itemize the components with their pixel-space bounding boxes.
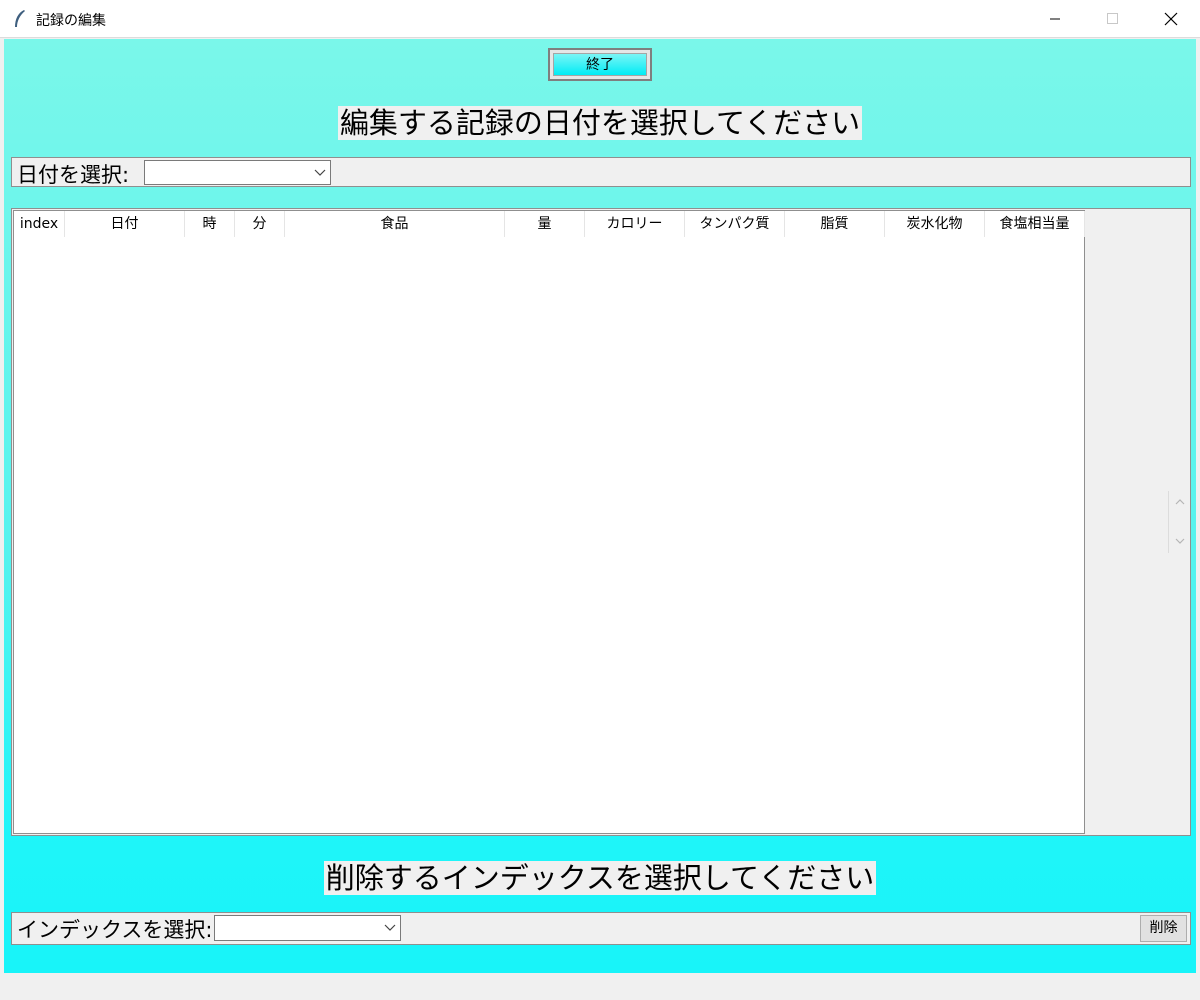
maximize-icon[interactable] [1084, 0, 1142, 38]
scrollbar-track[interactable] [1168, 491, 1169, 553]
feather-icon [15, 10, 25, 27]
window-titlebar: 記録の編集 [0, 0, 1200, 38]
window-title: 記録の編集 [36, 13, 106, 29]
delete-section-heading: 削除するインデックスを選択してください [0, 855, 1200, 897]
column-header-food[interactable]: 食品 [285, 211, 505, 237]
minimize-icon[interactable] [1026, 0, 1084, 38]
exit-button-label: 終了 [553, 53, 647, 76]
column-header-fat[interactable]: 脂質 [785, 211, 885, 237]
column-header-minute[interactable]: 分 [235, 211, 285, 237]
index-select-label: インデックスを選択: [17, 918, 213, 942]
exit-button[interactable]: 終了 [548, 48, 652, 81]
chevron-down-icon[interactable] [314, 168, 326, 177]
records-table-frame: index 日付 時 分 食品 量 カロリー タンパク質 脂質 炭水化物 食塩相… [11, 208, 1191, 836]
column-header-date[interactable]: 日付 [65, 211, 185, 237]
column-header-protein[interactable]: タンパク質 [685, 211, 785, 237]
column-header-carbohydrate[interactable]: 炭水化物 [885, 211, 985, 237]
index-select-bar: インデックスを選択: 削除 [11, 912, 1191, 945]
column-header-index[interactable]: index [14, 211, 65, 237]
date-select-bar: 日付を選択: [11, 157, 1191, 187]
delete-button[interactable]: 削除 [1140, 915, 1187, 942]
close-icon[interactable] [1142, 0, 1200, 38]
scroll-up-arrow-icon[interactable] [1170, 491, 1190, 511]
table-header: index 日付 時 分 食品 量 カロリー タンパク質 脂質 炭水化物 食塩相… [14, 211, 1085, 237]
date-heading-text: 編集する記録の日付を選択してください [337, 106, 863, 140]
records-table[interactable]: index 日付 時 分 食品 量 カロリー タンパク質 脂質 炭水化物 食塩相… [13, 210, 1085, 834]
column-header-salt[interactable]: 食塩相当量 [985, 211, 1085, 237]
date-combobox[interactable] [144, 160, 331, 185]
column-header-hour[interactable]: 時 [185, 211, 235, 237]
column-header-calories[interactable]: カロリー [585, 211, 685, 237]
column-header-amount[interactable]: 量 [505, 211, 585, 237]
chevron-down-icon[interactable] [384, 923, 396, 932]
index-combobox[interactable] [214, 915, 401, 941]
delete-heading-text: 削除するインデックスを選択してください [323, 861, 877, 895]
date-select-label: 日付を選択: [17, 163, 130, 187]
scroll-down-arrow-icon[interactable] [1170, 531, 1190, 551]
date-section-heading: 編集する記録の日付を選択してください [0, 100, 1200, 142]
